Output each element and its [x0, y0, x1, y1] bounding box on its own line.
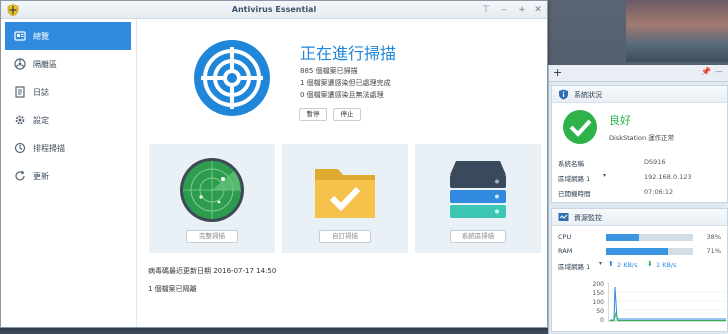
health-status: 良好 [609, 114, 631, 127]
quarantined-count: 1 個檔案已隔離 [148, 285, 197, 293]
sidebar-item-label: 設定 [33, 115, 49, 125]
antivirus-window: Antivirus Essential ⊤ – + ✕ 總覽 隔離區 日誌 設定… [0, 0, 548, 328]
stop-button[interactable]: 停止 [333, 108, 361, 121]
collapse-icon[interactable]: — [715, 67, 723, 76]
upload-speed: 2 KB/s [617, 261, 638, 269]
scan-target-icon [194, 40, 270, 116]
sidebar: 總覽 隔離區 日誌 設定 排程掃描 更新 [1, 19, 137, 327]
cpu-usage-fill [606, 234, 640, 241]
uptime-label: 已開機時間 [558, 190, 591, 198]
settings-icon [15, 115, 25, 125]
quarantine-icon [14, 58, 26, 70]
health-description: DiskStation 運作正常 [609, 134, 675, 142]
widget-header: 資源監控 [552, 209, 727, 226]
close-icon[interactable]: ✕ [531, 3, 545, 17]
full-scan-card[interactable]: 完整掃描 [149, 144, 275, 253]
system-name-value: DS916 [644, 158, 666, 166]
schedule-icon [14, 142, 26, 154]
cpu-percent: 38% [706, 233, 721, 241]
last-definition-update: 病毒碼最近更新日期 2016-07-17 14:50 [148, 267, 277, 275]
sidebar-item-overview[interactable]: 總覽 [5, 22, 131, 50]
chart-tick-label: 200 [592, 281, 604, 288]
ram-usage-bar [606, 248, 693, 255]
lan-label: 區域網路 1 [558, 175, 591, 183]
download-speed: 1 KB/s [656, 261, 677, 269]
pause-button[interactable]: 暫停 [299, 108, 327, 121]
infected-handled: 1 個檔案遭感染但已處理完成 [300, 79, 391, 87]
ram-label: RAM [558, 247, 573, 255]
system-health-widget: 系統狀況 良好 DiskStation 運作正常 系統名稱 DS916 區域網路… [551, 85, 728, 203]
upload-arrow-icon: ⬆ [608, 260, 614, 268]
chart-tick-label: 150 [592, 290, 604, 297]
server-icon [450, 161, 506, 218]
chevron-down-icon[interactable]: ▾ [603, 172, 606, 179]
ram-percent: 71% [706, 247, 721, 255]
infected-unhandled: 0 個檔案遭感染且無法處理 [300, 91, 384, 99]
sidebar-item-settings[interactable]: 設定 [5, 106, 131, 134]
overview-icon [14, 31, 26, 41]
system-scan-card[interactable]: 系統區掃描 [415, 144, 541, 253]
system-scan-button[interactable]: 系統區掃描 [450, 230, 506, 243]
widget-panel: + 📌 — 系統狀況 良好 DiskStation 運作正常 系統名稱 DS91… [548, 65, 728, 334]
sidebar-item-label: 排程掃描 [33, 143, 65, 153]
system-name-label: 系統名稱 [558, 160, 584, 168]
folder-check-icon [315, 169, 375, 218]
log-icon [15, 86, 25, 98]
wallpaper-photo [626, 0, 728, 62]
sidebar-item-quarantine[interactable]: 隔離區 [5, 50, 131, 78]
network-label: 區域網路 1 [558, 263, 591, 271]
pin-icon[interactable]: ⊤ [479, 3, 493, 17]
update-icon [15, 170, 25, 181]
cpu-label: CPU [558, 233, 572, 241]
title-bar[interactable]: Antivirus Essential ⊤ – + ✕ [1, 1, 547, 19]
ram-usage-fill [606, 248, 668, 255]
sidebar-item-label: 更新 [33, 171, 49, 181]
info-icon [559, 89, 568, 100]
scan-status-title: 正在進行掃描 [300, 44, 397, 63]
maximize-icon[interactable]: + [515, 3, 529, 17]
resource-monitor-widget: 資源監控 CPU 38% RAM 71% 區域網路 1 ▾ ⬆ 2 KB/s ⬇… [551, 208, 728, 332]
add-widget-icon[interactable]: + [553, 66, 562, 79]
scanned-count: 885 個檔案已掃描 [300, 67, 358, 75]
sidebar-item-schedule[interactable]: 排程掃描 [5, 134, 131, 162]
full-scan-button[interactable]: 完整掃描 [186, 230, 238, 243]
chart-tick-label: 100 [592, 299, 604, 306]
sidebar-item-update[interactable]: 更新 [5, 162, 131, 190]
sidebar-item-label: 日誌 [33, 87, 49, 97]
minimize-icon[interactable]: – [497, 3, 511, 17]
cpu-usage-bar [606, 234, 693, 241]
widget-title: 資源監控 [574, 214, 602, 222]
sidebar-item-label: 總覽 [33, 31, 49, 41]
window-title: Antivirus Essential [231, 5, 317, 14]
widget-panel-toolbar: + 📌 — [549, 65, 728, 82]
chevron-down-icon[interactable]: ▾ [599, 260, 602, 267]
status-ok-icon [563, 110, 597, 144]
sidebar-item-label: 隔離區 [33, 59, 57, 69]
download-arrow-icon: ⬇ [647, 260, 653, 268]
radar-icon [180, 158, 244, 222]
chart-tick-label: 50 [596, 308, 604, 315]
custom-scan-card[interactable]: 自訂掃描 [282, 144, 408, 253]
network-chart [608, 283, 726, 322]
main-content: 正在進行掃描 885 個檔案已掃描 1 個檔案遭感染但已處理完成 0 個檔案遭感… [138, 19, 547, 327]
chart-tick-label: 0 [600, 317, 604, 324]
uptime-value: 07:06:12 [644, 188, 674, 196]
widget-header: 系統狀況 [552, 86, 727, 103]
custom-scan-button[interactable]: 自訂掃描 [319, 230, 371, 243]
sidebar-item-log[interactable]: 日誌 [5, 78, 131, 106]
monitor-icon [558, 213, 569, 221]
pin-icon[interactable]: 📌 [701, 67, 711, 76]
lan-ip-value: 192.168.0.123 [644, 173, 692, 181]
widget-title: 系統狀況 [574, 91, 602, 99]
